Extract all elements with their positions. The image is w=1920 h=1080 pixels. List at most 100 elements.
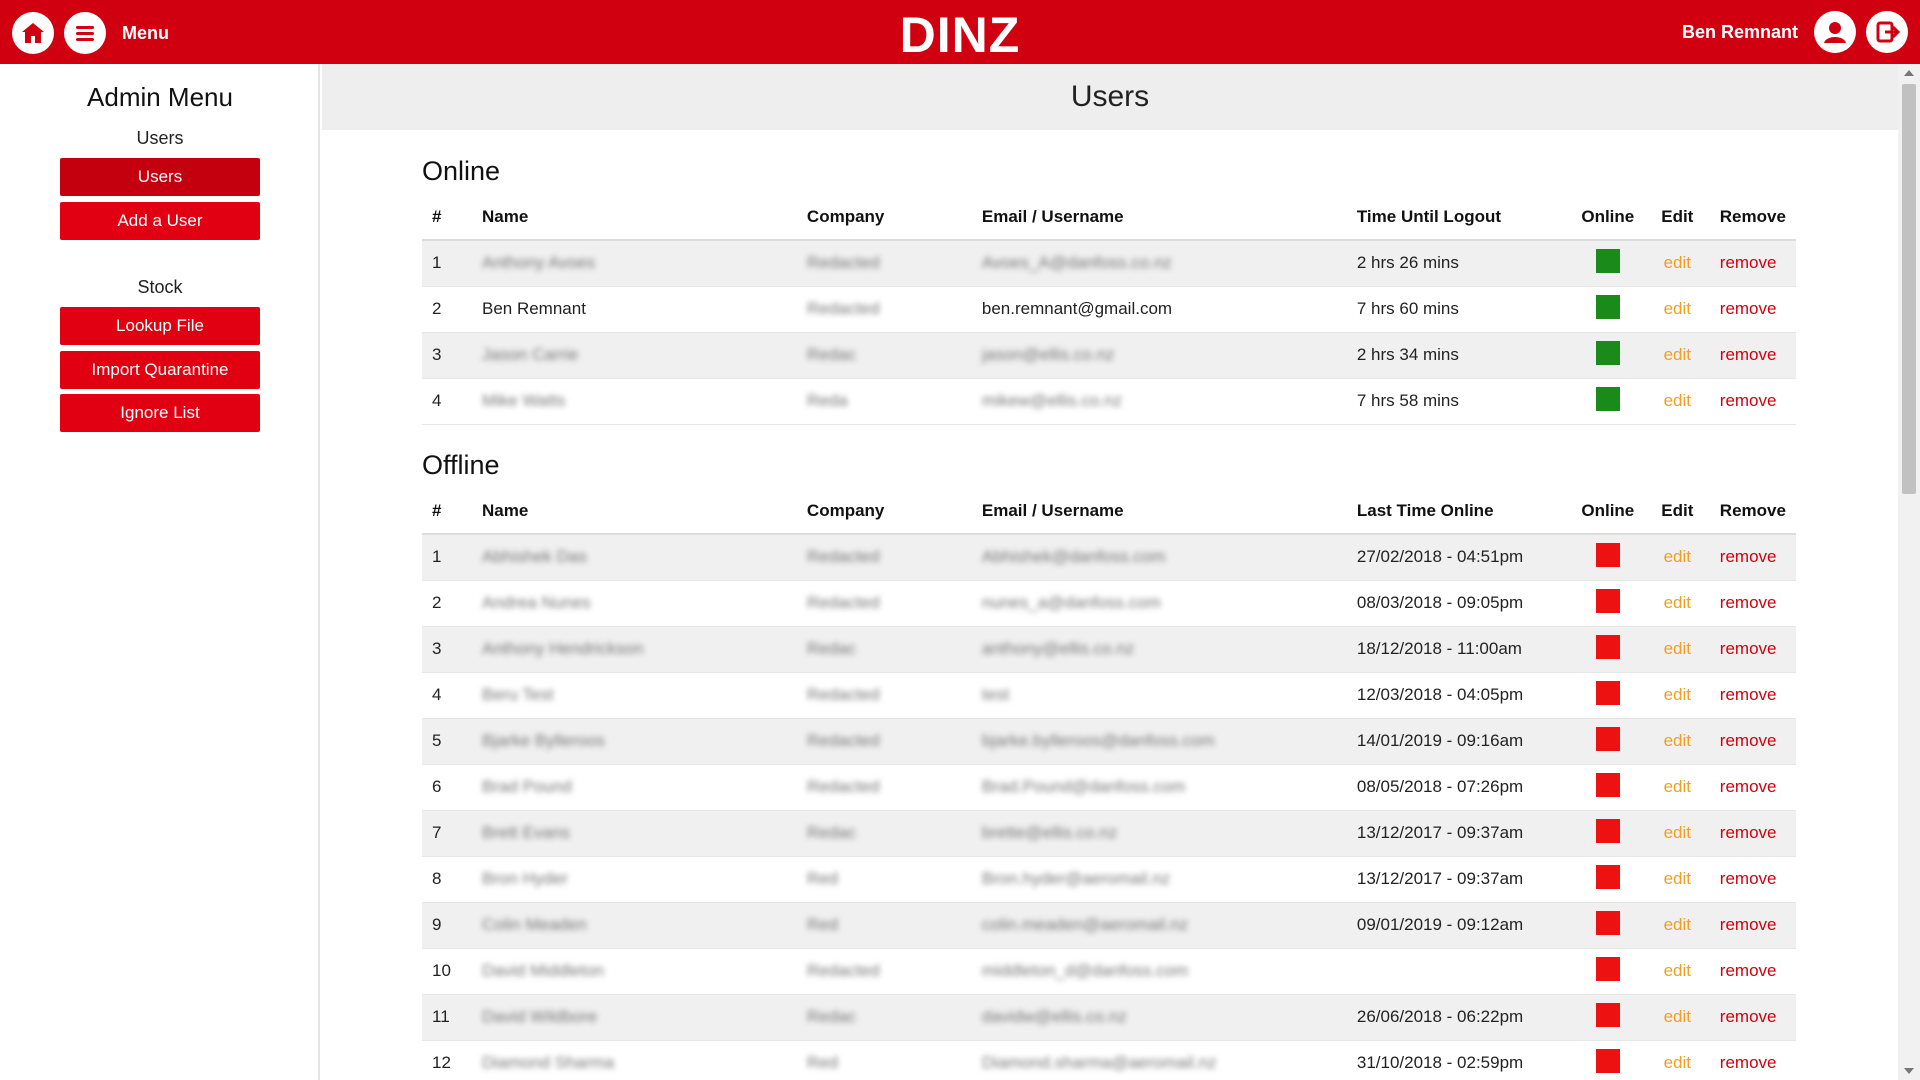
edit-link[interactable]: edit (1664, 869, 1691, 888)
remove-link[interactable]: remove (1720, 1053, 1777, 1072)
column-header-company[interactable]: Company (796, 194, 972, 241)
edit-cell: edit (1644, 718, 1710, 765)
online-status-cell (1570, 240, 1645, 287)
company-name: Redacted (806, 731, 880, 750)
user-avatar-icon[interactable] (1814, 11, 1856, 53)
time-cell: 13/12/2017 - 09:37am (1346, 856, 1571, 903)
edit-cell: edit (1644, 580, 1710, 627)
remove-link[interactable]: remove (1720, 915, 1777, 934)
column-header-online[interactable]: Online (1570, 194, 1645, 241)
edit-link[interactable]: edit (1664, 299, 1691, 318)
time-cell: 12/03/2018 - 04:05pm (1346, 672, 1571, 719)
remove-link[interactable]: remove (1720, 547, 1777, 566)
edit-link[interactable]: edit (1664, 547, 1691, 566)
scroll-up-arrow-icon[interactable] (1904, 70, 1914, 76)
column-header-company[interactable]: Company (796, 488, 972, 535)
column-header-email[interactable]: Email / Username (971, 488, 1347, 535)
company-name: Redac (806, 823, 857, 842)
user-name-cell: Andrea Nunes (471, 580, 797, 627)
page-header: Users (322, 64, 1898, 130)
edit-cell: edit (1644, 240, 1710, 287)
edit-link[interactable]: edit (1664, 685, 1691, 704)
sidebar-item-add-user[interactable]: Add a User (60, 202, 260, 240)
edit-link[interactable]: edit (1664, 823, 1691, 842)
table-row: 3 Anthony Hendrickson Redac anthony@ellis.c… (422, 626, 1796, 673)
remove-link[interactable]: remove (1720, 639, 1777, 658)
email-cell: ben.remnant@gmail.com (971, 286, 1347, 333)
edit-link[interactable]: edit (1664, 593, 1691, 612)
remove-link[interactable]: remove (1720, 823, 1777, 842)
company-cell: Redac (796, 626, 972, 673)
company-name: Redac (806, 345, 857, 364)
remove-link[interactable]: remove (1720, 685, 1777, 704)
current-user-name[interactable]: Ben Remnant (1682, 22, 1798, 43)
edit-link[interactable]: edit (1664, 391, 1691, 410)
remove-link[interactable]: remove (1720, 777, 1777, 796)
company-cell: Red (796, 856, 972, 903)
column-header-number[interactable]: # (422, 194, 472, 241)
remove-link[interactable]: remove (1720, 961, 1777, 980)
column-header-last-time-online[interactable]: Last Time Online (1346, 488, 1571, 535)
row-number: 1 (422, 534, 472, 581)
remove-link[interactable]: remove (1720, 391, 1777, 410)
online-status-cell (1570, 856, 1645, 903)
row-number: 8 (422, 856, 472, 903)
column-header-time-until-logout[interactable]: Time Until Logout (1346, 194, 1571, 241)
offline-users-table: # Name Company Email / Username Last Tim… (422, 488, 1796, 1080)
row-number: 3 (422, 332, 472, 379)
row-number: 1 (422, 240, 472, 287)
edit-link[interactable]: edit (1664, 731, 1691, 750)
time-cell: 08/05/2018 - 07:26pm (1346, 764, 1571, 811)
column-header-number[interactable]: # (422, 488, 472, 535)
user-name-cell: Anthony Hendrickson (471, 626, 797, 673)
sidebar-item-users[interactable]: Users (60, 158, 260, 196)
table-header-row: # Name Company Email / Username Time Unt… (422, 194, 1796, 241)
logout-icon[interactable] (1866, 11, 1908, 53)
online-status-indicator (1595, 634, 1620, 659)
edit-link[interactable]: edit (1664, 915, 1691, 934)
scroll-thumb[interactable] (1902, 84, 1916, 494)
company-cell: Redacted (796, 580, 972, 627)
edit-link[interactable]: edit (1664, 253, 1691, 272)
sidebar-item-import-quarantine[interactable]: Import Quarantine (60, 351, 260, 389)
email-username: mikew@ellis.co.nz (981, 391, 1122, 410)
edit-cell: edit (1644, 626, 1710, 673)
remove-link[interactable]: remove (1720, 593, 1777, 612)
company-cell: Redacted (796, 948, 972, 995)
table-row: 4 Mike Watts Reda mikew@ellis.co.nz 7 hrs 58… (422, 378, 1796, 425)
remove-link[interactable]: remove (1720, 731, 1777, 750)
company-name: Redacted (806, 299, 880, 318)
sidebar-item-ignore-list[interactable]: Ignore List (60, 394, 260, 432)
remove-link[interactable]: remove (1720, 345, 1777, 364)
column-header-name[interactable]: Name (471, 488, 797, 535)
column-header-online[interactable]: Online (1570, 488, 1645, 535)
email-cell: mikew@ellis.co.nz (971, 378, 1347, 425)
email-username: anthony@ellis.co.nz (981, 639, 1135, 658)
column-header-email[interactable]: Email / Username (971, 194, 1347, 241)
email-cell: bjarke.bylleroos@danfoss.com (971, 718, 1347, 765)
scroll-down-arrow-icon[interactable] (1904, 1068, 1914, 1074)
edit-cell: edit (1644, 286, 1710, 333)
remove-link[interactable]: remove (1720, 253, 1777, 272)
edit-link[interactable]: edit (1664, 345, 1691, 364)
remove-link[interactable]: remove (1720, 1007, 1777, 1026)
edit-link[interactable]: edit (1664, 961, 1691, 980)
header-right-group: Ben Remnant (1682, 11, 1908, 53)
sidebar-item-lookup-file[interactable]: Lookup File (60, 307, 260, 345)
column-header-name[interactable]: Name (471, 194, 797, 241)
row-number: 11 (422, 994, 472, 1041)
remove-link[interactable]: remove (1720, 869, 1777, 888)
edit-link[interactable]: edit (1664, 639, 1691, 658)
page-scrollbar[interactable] (1898, 64, 1920, 1080)
admin-menu-title: Admin Menu (87, 82, 233, 112)
remove-cell: remove (1709, 764, 1796, 811)
email-cell: anthony@ellis.co.nz (971, 626, 1347, 673)
remove-link[interactable]: remove (1720, 299, 1777, 318)
time-cell: 2 hrs 34 mins (1346, 332, 1571, 379)
edit-link[interactable]: edit (1664, 777, 1691, 796)
edit-link[interactable]: edit (1664, 1007, 1691, 1026)
online-status-indicator (1595, 1048, 1620, 1073)
row-number: 5 (422, 718, 472, 765)
email-username: Abhishek@danfoss.com (981, 547, 1166, 567)
edit-link[interactable]: edit (1664, 1053, 1691, 1072)
